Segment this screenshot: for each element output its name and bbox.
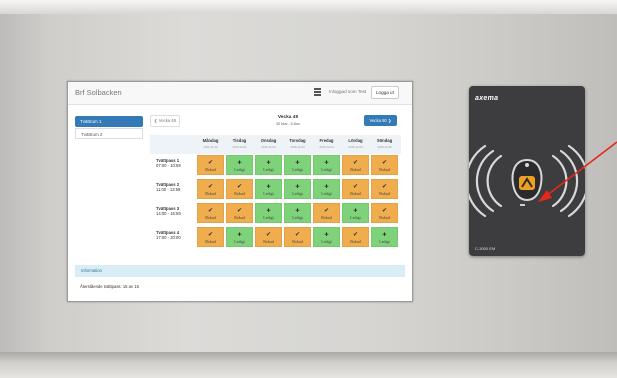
red-arrow-annotation [538, 141, 617, 202]
